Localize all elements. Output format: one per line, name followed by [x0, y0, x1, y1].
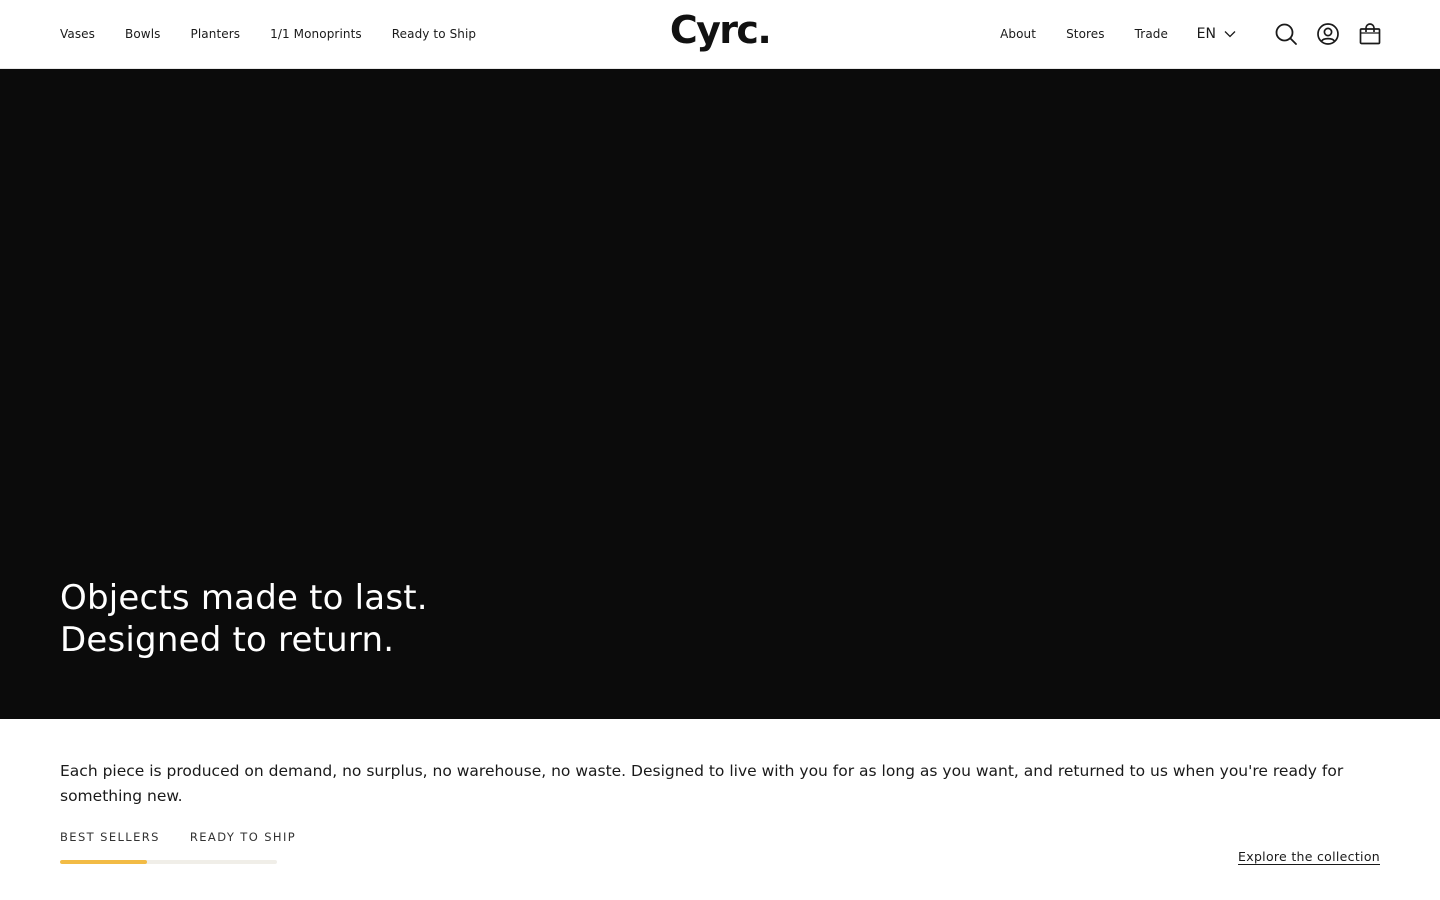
account-icon[interactable]: [1316, 22, 1340, 46]
language-selector[interactable]: EN: [1197, 26, 1236, 42]
nav-link-trade[interactable]: Trade: [1135, 27, 1168, 41]
hero-banner: Objects made to last. Designed to return…: [0, 69, 1440, 719]
collection-tabs: BEST SELLERS READY TO SHIP: [60, 830, 296, 844]
language-code: EN: [1196, 26, 1216, 42]
tab-best-sellers[interactable]: BEST SELLERS: [60, 830, 160, 844]
nav-link-planters[interactable]: Planters: [191, 27, 241, 41]
bag-icon[interactable]: [1358, 22, 1382, 46]
hero-title-line-2: Designed to return.: [60, 620, 395, 660]
site-header: Vases Bowls Planters 1/1 Monoprints Read…: [0, 0, 1440, 69]
nav-link-vases[interactable]: Vases: [60, 27, 95, 41]
header-tools: EN: [1197, 0, 1382, 68]
intro-text: Each piece is produced on demand, no sur…: [60, 762, 1344, 805]
nav-link-stores[interactable]: Stores: [1066, 27, 1105, 41]
primary-nav: Vases Bowls Planters 1/1 Monoprints Read…: [60, 0, 476, 68]
tab-ready-to-ship[interactable]: READY TO SHIP: [190, 830, 296, 844]
nav-link-ready-to-ship[interactable]: Ready to Ship: [392, 27, 476, 41]
nav-link-monoprints[interactable]: 1/1 Monoprints: [270, 27, 362, 41]
carousel-progress-bar: [60, 860, 277, 864]
hero-title-line-1: Objects made to last.: [60, 578, 428, 618]
search-icon[interactable]: [1274, 22, 1298, 46]
nav-link-bowls[interactable]: Bowls: [125, 27, 160, 41]
carousel-progress-fill: [60, 860, 147, 864]
explore-collection-link[interactable]: Explore the collection: [1238, 849, 1380, 864]
chevron-down-icon: [1224, 30, 1236, 38]
brand-logo[interactable]: Cyrc.: [670, 11, 772, 49]
hero-title: Objects made to last. Designed to return…: [60, 577, 428, 661]
secondary-nav: About Stores Trade: [1000, 0, 1168, 68]
nav-link-about[interactable]: About: [1000, 27, 1036, 41]
